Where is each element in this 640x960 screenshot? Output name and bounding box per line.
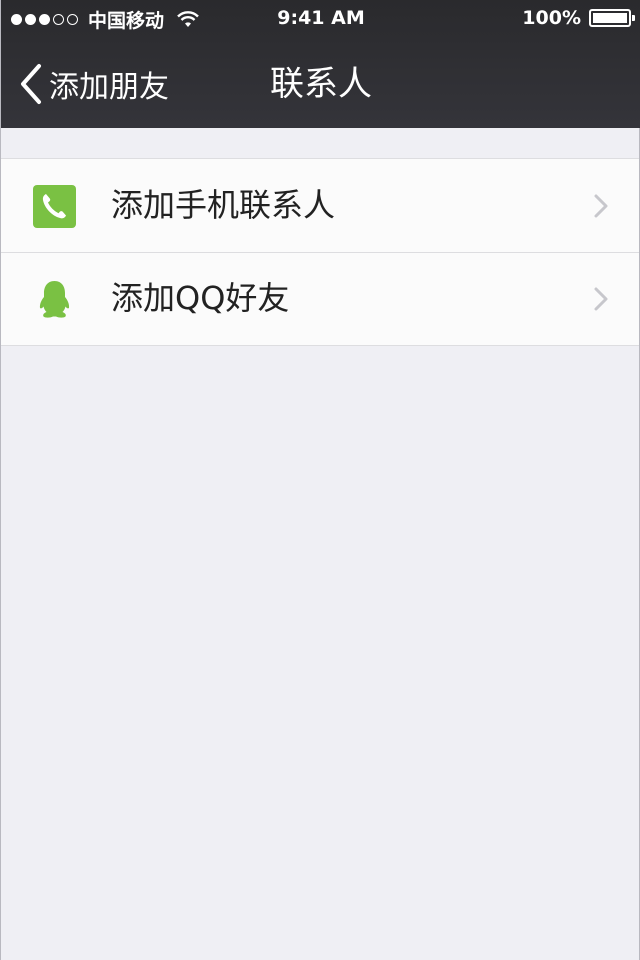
list-item-add-phone-contacts[interactable]: 添加手机联系人 <box>1 159 639 252</box>
chevron-right-icon <box>594 194 608 218</box>
page-title: 联系人 <box>270 64 372 104</box>
nav-bar: 添加朋友 联系人 <box>1 40 640 128</box>
list-item-label: 添加QQ好友 <box>111 279 290 317</box>
battery-icon <box>589 9 635 27</box>
options-list: 添加手机联系人 添加QQ好友 <box>1 158 639 346</box>
list-item-label: 添加手机联系人 <box>111 186 336 224</box>
qq-penguin-icon <box>39 281 70 318</box>
status-right: 100% <box>522 7 635 29</box>
phone-icon <box>33 185 76 228</box>
screen: 中国移动 9:41 AM 100% 添加朋友 联系人 添加手机联系人 添加QQ好… <box>0 0 640 960</box>
top-bar: 中国移动 9:41 AM 100% 添加朋友 联系人 <box>1 0 640 128</box>
battery-percent: 100% <box>522 7 581 29</box>
status-bar: 中国移动 9:41 AM 100% <box>1 0 640 40</box>
list-item-add-qq-friends[interactable]: 添加QQ好友 <box>1 252 639 345</box>
chevron-right-icon <box>594 287 608 311</box>
